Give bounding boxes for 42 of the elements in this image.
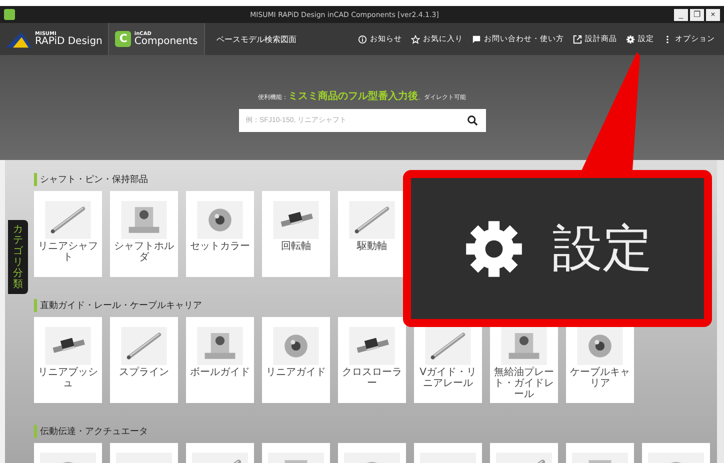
product-label: セットカラー xyxy=(189,241,251,252)
brand-name: RAPiD Design xyxy=(35,36,102,46)
callout-label: 設定 xyxy=(552,218,652,279)
minimize-button[interactable]: _ xyxy=(674,8,688,20)
product-label: ボールガイド xyxy=(189,367,251,378)
product-label: シャフトホルダ xyxy=(113,241,175,263)
product-card[interactable]: スプライン xyxy=(110,317,178,403)
star-icon xyxy=(411,34,420,44)
product-label: リニアブッシュ xyxy=(37,367,99,389)
category-tab[interactable]: カテゴリ分類 xyxy=(8,220,28,294)
product-label: リニアガイド xyxy=(265,367,327,378)
product-label: Vガイド・リニアレール xyxy=(418,367,478,389)
product-label: 駆動軸 xyxy=(356,241,388,252)
product-card[interactable]: リニアブッシュ xyxy=(34,317,102,403)
product-label: クロスローラー xyxy=(341,367,403,389)
c-logo-icon: C xyxy=(115,31,132,47)
category-heading: 伝動伝達・アクチュエータ xyxy=(34,425,710,438)
restore-button[interactable]: ❐ xyxy=(690,8,704,20)
product-label: スプライン xyxy=(118,367,170,378)
product-card[interactable]: 回転軸 xyxy=(262,191,330,277)
app-icon xyxy=(4,9,15,20)
product-card[interactable]: ボールガイド xyxy=(186,317,254,403)
triangle-logo-icon xyxy=(6,30,32,48)
product-label: リニアシャフト xyxy=(37,241,99,263)
chat-icon xyxy=(472,34,481,44)
product-card[interactable]: クロスローラー xyxy=(338,317,406,403)
nav-link[interactable]: ベースモデル検索図面 xyxy=(204,34,309,44)
close-button[interactable]: × xyxy=(706,8,720,20)
product-card[interactable]: セットカラー xyxy=(186,191,254,277)
product-label: ケーブルキャリア xyxy=(569,367,631,389)
product-card[interactable]: リニアガイド xyxy=(262,317,330,403)
product-label: 回転軸 xyxy=(280,241,312,252)
app-name: Components xyxy=(134,36,198,46)
search-icon xyxy=(466,115,478,126)
product-card[interactable]: リニアシャフト xyxy=(34,191,102,277)
product-label: 無給油プレート・ガイドレール xyxy=(493,367,555,400)
product-card[interactable]: 駆動軸 xyxy=(338,191,406,277)
info-icon xyxy=(358,34,367,44)
scrollbar[interactable] xyxy=(717,160,724,463)
product-card[interactable]: シャフトホルダ xyxy=(110,191,178,277)
settings-icon xyxy=(626,34,635,44)
external-link-icon xyxy=(573,34,582,44)
